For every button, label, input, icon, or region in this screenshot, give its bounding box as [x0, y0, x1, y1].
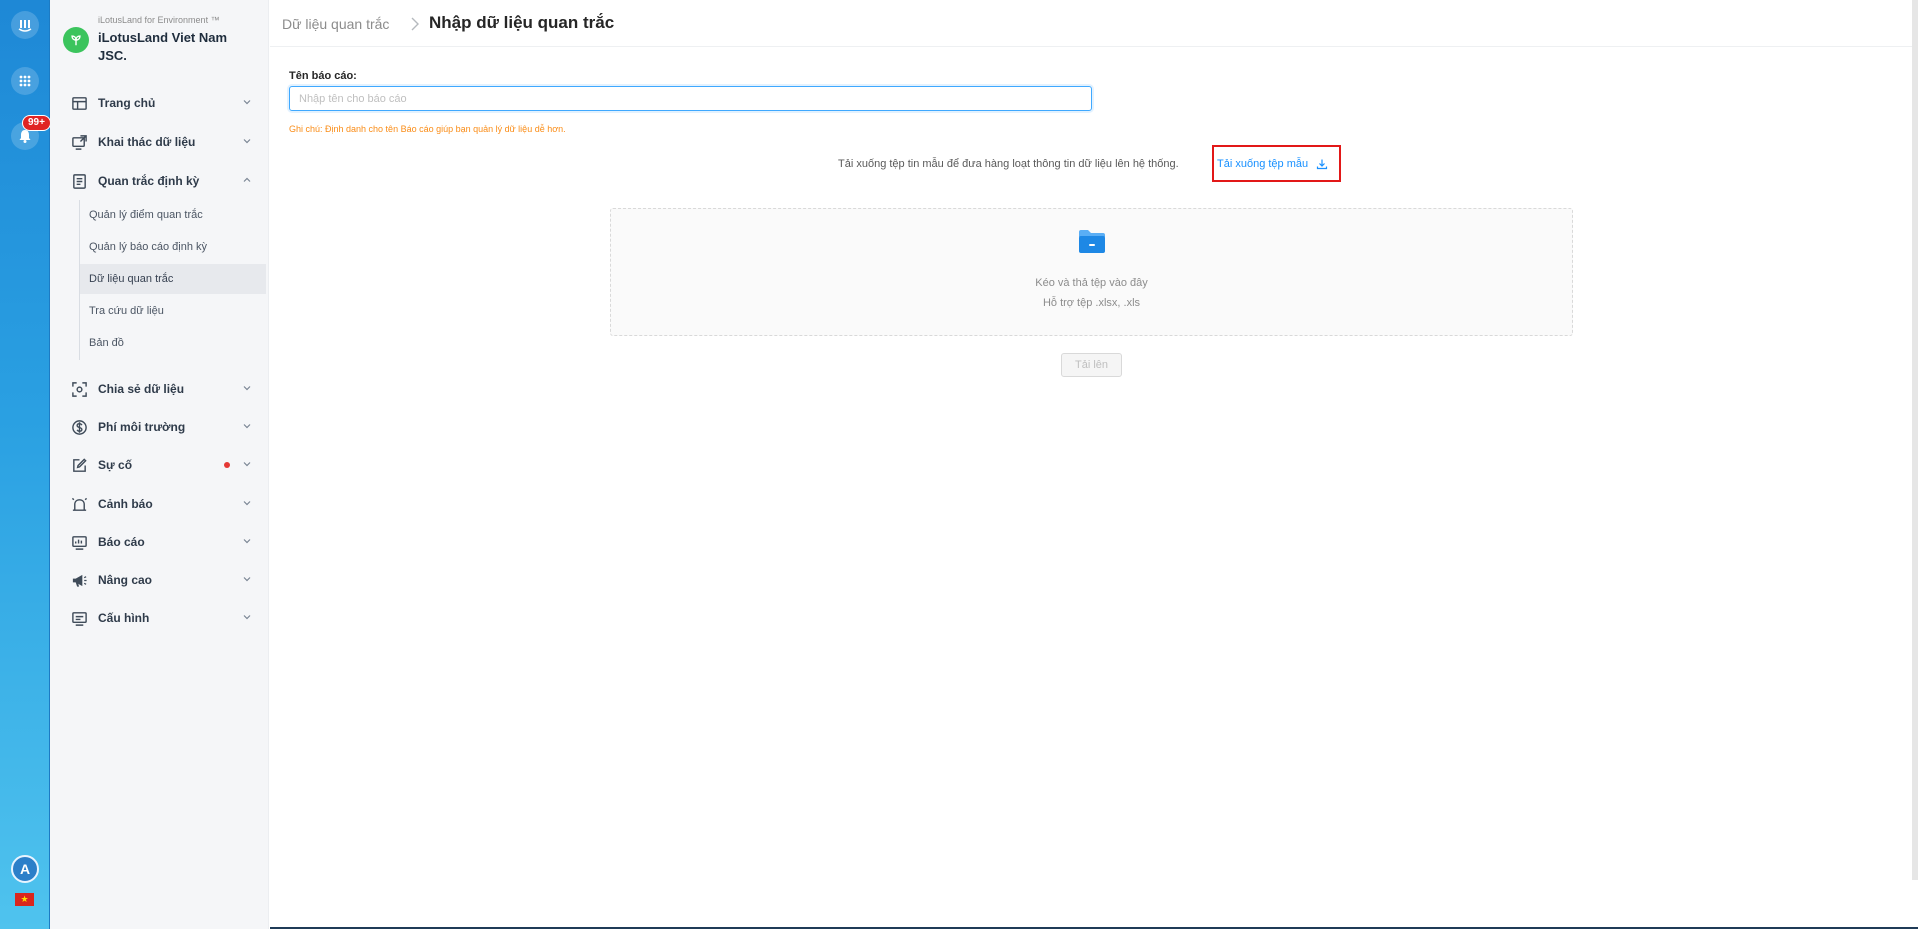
megaphone-icon [70, 571, 88, 589]
apps-grid-icon[interactable] [11, 67, 39, 95]
menu-label: Cấu hình [98, 611, 150, 625]
menu-label: Trang chủ [98, 96, 156, 110]
menu-label: Phí môi trường [98, 420, 186, 434]
menu-label: Cảnh báo [98, 497, 153, 511]
config-screen-icon [70, 609, 88, 627]
chevron-down-icon [243, 137, 251, 145]
download-icon [1317, 159, 1328, 169]
chevron-right-icon [410, 17, 420, 31]
menu-label: Sự cố [98, 458, 133, 472]
avatar[interactable]: A [11, 855, 39, 883]
share-frame-icon [70, 380, 88, 398]
language-flag-icon[interactable]: ★ [15, 893, 34, 906]
menu-item-quan-trac-dinh-ky[interactable]: Quan trắc định kỳ [50, 163, 269, 199]
folder-icon [1079, 230, 1105, 253]
menu-item-bao-cao[interactable]: Báo cáo [50, 524, 269, 560]
menu-item-phi-moi-truong[interactable]: Phí môi trường [50, 409, 269, 445]
brand-name: iLotusLand Viet Nam JSC. [98, 30, 228, 63]
alarm-bell-icon [70, 495, 88, 513]
home-layout-icon [70, 94, 88, 112]
report-name-input[interactable] [289, 86, 1092, 111]
chevron-down-icon [243, 460, 251, 468]
menu-item-su-co[interactable]: Sự cố [50, 447, 269, 483]
submenu-item-quan-ly-diem-quan-trac[interactable]: Quản lý điểm quan trắc [80, 200, 266, 230]
submenu-item-tra-cuu-du-lieu[interactable]: Tra cứu dữ liệu [80, 296, 266, 326]
submenu-item-du-lieu-quan-trac[interactable]: Dữ liệu quan trắc [80, 264, 266, 294]
menu-label: Quan trắc định kỳ [98, 174, 200, 188]
report-name-note: Ghi chú: Định danh cho tên Báo cáo giúp … [289, 124, 566, 134]
scrollbar[interactable] [1912, 0, 1918, 880]
chevron-down-icon [243, 537, 251, 545]
menu-item-cau-hinh[interactable]: Cấu hình [50, 600, 269, 636]
menu-item-nang-cao[interactable]: Nâng cao [50, 562, 269, 598]
submenu-item-quan-ly-bao-cao-dinh-ky[interactable]: Quản lý báo cáo định kỳ [80, 232, 266, 262]
app-rail: 99+ A ★ [0, 0, 51, 929]
document-list-icon [70, 172, 88, 190]
submenu-item-ban-do[interactable]: Bản đồ [80, 328, 266, 358]
submenu-quan-trac-dinh-ky: Quản lý điểm quan trắc Quản lý báo cáo đ… [79, 200, 269, 360]
chevron-down-icon [243, 499, 251, 507]
app-logo-icon[interactable] [11, 11, 39, 39]
dollar-circle-icon [70, 418, 88, 436]
chevron-down-icon [243, 422, 251, 430]
brand-logo-icon [63, 27, 89, 53]
chevron-up-icon [243, 176, 251, 184]
menu-item-khai-thac-du-lieu[interactable]: Khai thác dữ liệu [50, 124, 269, 160]
dropzone-formats: Hỗ trợ tệp .xlsx, .xls [1042, 297, 1141, 309]
menu-item-chia-se-du-lieu[interactable]: Chia sẻ dữ liệu [50, 371, 269, 407]
brand[interactable]: iLotusLand for Environment ™ iLotusLand … [62, 14, 262, 70]
breadcrumb-prev[interactable]: Dữ liệu quan trắc [282, 16, 389, 32]
monitor-share-icon [70, 133, 88, 151]
chevron-down-icon [243, 575, 251, 583]
chevron-down-icon [243, 613, 251, 621]
dropzone-hint: Kéo và thả tệp vào đây [1035, 277, 1148, 289]
menu-label: Báo cáo [98, 535, 145, 549]
menu-label: Nâng cao [98, 573, 153, 587]
file-dropzone[interactable]: Kéo và thả tệp vào đây Hỗ trợ tệp .xlsx,… [610, 208, 1573, 336]
flag-star: ★ [20, 894, 29, 904]
sidebar: iLotusLand for Environment ™ iLotusLand … [50, 0, 269, 929]
download-template-label: Tải xuống tệp mẫu [1217, 157, 1309, 170]
chevron-down-icon [243, 98, 251, 106]
menu-label: Khai thác dữ liệu [98, 135, 196, 149]
menu-item-trang-chu[interactable]: Trang chủ [50, 85, 269, 121]
download-instruction: Tải xuống tệp tin mẫu để đưa hàng loạt t… [838, 158, 1179, 170]
page-title: Nhập dữ liệu quan trắc [429, 13, 615, 32]
report-name-label: Tên báo cáo: [289, 70, 357, 82]
download-template-link[interactable]: Tải xuống tệp mẫu [1212, 145, 1341, 182]
notification-badge: 99+ [22, 115, 51, 131]
report-screen-icon [70, 533, 88, 551]
alert-dot [224, 462, 230, 468]
edit-note-icon [70, 456, 88, 474]
chevron-down-icon [243, 384, 251, 392]
page-header: Dữ liệu quan trắc Nhập dữ liệu quan trắc [270, 0, 1918, 47]
menu-label: Chia sẻ dữ liệu [98, 382, 185, 396]
brand-subtitle: iLotusLand for Environment ™ [98, 15, 220, 25]
upload-button[interactable]: Tải lên [1061, 353, 1122, 377]
menu-item-canh-bao[interactable]: Cảnh báo [50, 486, 269, 522]
